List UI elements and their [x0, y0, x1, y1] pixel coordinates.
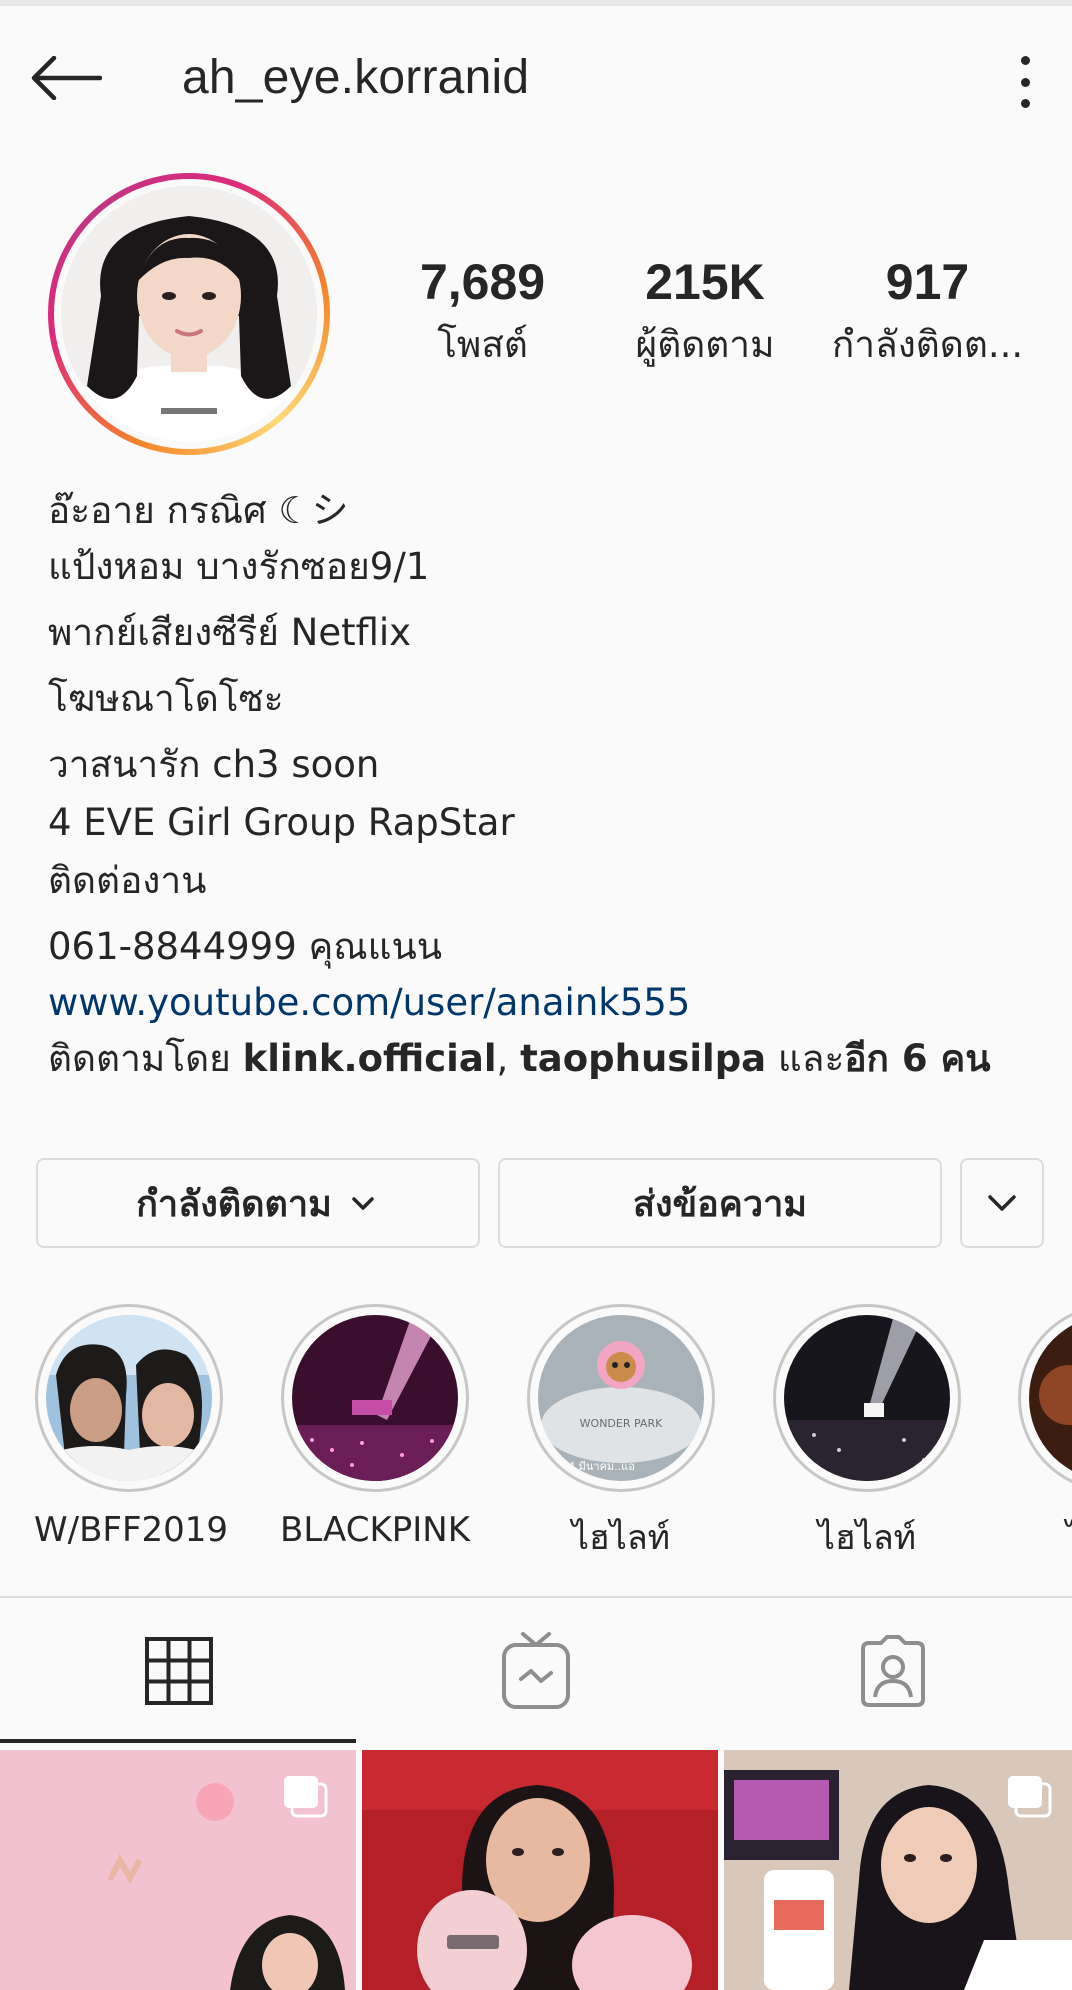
post-thumbnail[interactable] — [0, 1750, 356, 1990]
back-button[interactable] — [30, 48, 110, 108]
more-dot-icon — [1020, 77, 1030, 87]
highlight-label: ไฮไลท์ — [571, 1518, 671, 1558]
back-arrow-icon — [31, 56, 102, 100]
grid-icon — [144, 1636, 213, 1705]
more-dot-icon — [1020, 56, 1030, 65]
profile-bio: อ๊ะอาย กรณิศ ☾シ แป้งหอม บางรักซอย9/1 พาก… — [48, 480, 1048, 1090]
followed-by-separator: , — [496, 1037, 521, 1080]
following-count: 917 — [885, 254, 970, 310]
message-button-label: ส่งข้อความ — [632, 1183, 808, 1225]
highlight-thumbnail — [1029, 1315, 1072, 1481]
bio-line: โฆษณาโดโซะ — [48, 677, 284, 720]
bio-line: ติดต่องาน — [48, 859, 207, 902]
tab-posts-grid[interactable] — [0, 1598, 357, 1743]
story-highlight[interactable]: BLACKPINK — [280, 1304, 470, 1550]
posts-count: 7,689 — [419, 254, 546, 310]
post-thumbnail[interactable] — [362, 1750, 718, 1990]
more-dot-icon — [1020, 99, 1030, 108]
followed-by[interactable]: ติดตามโดย klink.official, taophusilpa แล… — [48, 1028, 1048, 1090]
highlight-label: W/BFF2019 — [34, 1510, 229, 1550]
highlight-thumbnail — [784, 1315, 950, 1481]
highlight-thumbnail — [292, 1315, 458, 1481]
multiple-photos-icon — [1008, 1776, 1052, 1818]
profile-avatar[interactable] — [48, 173, 330, 455]
followers-label: ผู้ติดตาม — [635, 323, 775, 366]
story-highlight[interactable]: WONDER PARK 14 มีนาคม..แอ ไฮไลท์ — [526, 1304, 716, 1564]
bio-line: แป้งหอม บางรักซอย9/1 — [48, 545, 430, 588]
bio-line: 4 EVE Girl Group RapStar — [48, 801, 515, 844]
bio-line: 061-8844999 คุณแนน — [48, 925, 443, 968]
followed-by-prefix: ติดตามโดย — [48, 1037, 243, 1080]
avatar-photo — [61, 186, 317, 442]
following-button[interactable]: กำลังติดตาม — [36, 1158, 480, 1248]
chevron-down-icon — [988, 1195, 1016, 1211]
followers-count: 215K — [645, 254, 765, 310]
story-highlight[interactable]: ไฮไลท์ — [772, 1304, 962, 1564]
multiple-photos-icon — [284, 1776, 328, 1818]
tab-tagged[interactable] — [714, 1598, 1071, 1743]
suggested-accounts-button[interactable] — [960, 1158, 1044, 1248]
tab-igtv[interactable] — [357, 1598, 714, 1743]
tagged-icon — [860, 1634, 925, 1707]
profile-header: ah_eye.korranid — [0, 6, 1072, 146]
bio-link[interactable]: www.youtube.com/user/anaink555 — [48, 972, 1048, 1034]
highlight-thumbnail: WONDER PARK 14 มีนาคม..แอ — [538, 1315, 704, 1481]
bio-line: พากย์เสียงซีรีย์ Netflix — [48, 611, 412, 654]
active-tab-indicator — [0, 1739, 356, 1743]
post-thumbnail[interactable] — [724, 1750, 1072, 1990]
followed-by-and: และ — [766, 1037, 845, 1080]
bio-line: วาสนารัก ch3 soon — [48, 743, 380, 786]
bio-line: อ๊ะอาย กรณิศ ☾シ — [48, 489, 349, 532]
following-label: กำลังติดต... — [831, 323, 1024, 366]
stat-following[interactable]: 917 กำลังติดต... — [825, 253, 1030, 374]
highlight-label: ไ — [1018, 1510, 1072, 1564]
following-button-label: กำลังติดตาม — [136, 1183, 332, 1225]
highlight-label: BLACKPINK — [280, 1510, 471, 1550]
followed-by-user: klink.official — [242, 1037, 497, 1080]
posts-label: โพสต์ — [437, 323, 528, 366]
followed-by-user: taophusilpa — [520, 1037, 767, 1080]
highlight-label: ไฮไลท์ — [817, 1518, 917, 1558]
highlight-date-text: 14 มีนาคม..แอ — [561, 1460, 635, 1473]
chevron-down-icon — [352, 1197, 374, 1210]
igtv-icon — [501, 1631, 570, 1709]
story-highlight[interactable]: ไ — [1018, 1304, 1072, 1564]
profile-tabs — [0, 1598, 1072, 1743]
story-highlight[interactable]: W/BFF2019 — [34, 1304, 229, 1550]
message-button[interactable]: ส่งข้อความ — [498, 1158, 942, 1248]
profile-username: ah_eye.korranid — [182, 51, 530, 104]
highlight-wonder-park-text: WONDER PARK — [580, 1417, 663, 1430]
more-options-button[interactable] — [1000, 52, 1050, 112]
stat-posts[interactable]: 7,689 โพสต์ — [405, 253, 560, 374]
followed-by-more: อีก 6 คน — [844, 1037, 991, 1080]
highlight-thumbnail — [46, 1315, 212, 1481]
posts-grid — [0, 1750, 1072, 1990]
stat-followers[interactable]: 215K ผู้ติดตาม — [625, 253, 785, 374]
